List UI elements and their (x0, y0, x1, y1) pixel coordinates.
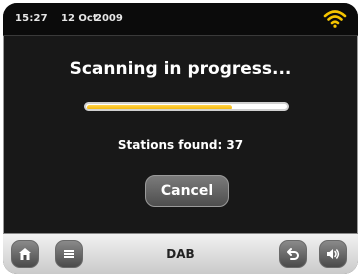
screen: 15:27 12 Oct 2009 Scanning in progress..… (3, 3, 358, 274)
scan-status-title: Scanning in progress... (69, 59, 292, 79)
cancel-button[interactable]: Cancel (145, 175, 229, 207)
scan-progress-fill (87, 105, 232, 109)
back-button[interactable] (279, 240, 307, 268)
time-display: 15:27 (15, 13, 48, 24)
volume-button[interactable] (319, 240, 347, 268)
back-icon (285, 246, 301, 262)
stations-found-text: Stations found: 37 (117, 138, 244, 152)
volume-icon (325, 246, 341, 262)
year-display: 2009 (95, 13, 123, 24)
wifi-icon (323, 9, 347, 29)
date-display: 12 Oct (61, 13, 98, 24)
scan-progress-bar (84, 102, 289, 111)
bottom-bar: DAB (3, 233, 358, 274)
cancel-label: Cancel (160, 183, 214, 199)
device-frame: 15:27 12 Oct 2009 Scanning in progress..… (0, 0, 361, 277)
status-bar: 15:27 12 Oct 2009 (3, 3, 358, 36)
